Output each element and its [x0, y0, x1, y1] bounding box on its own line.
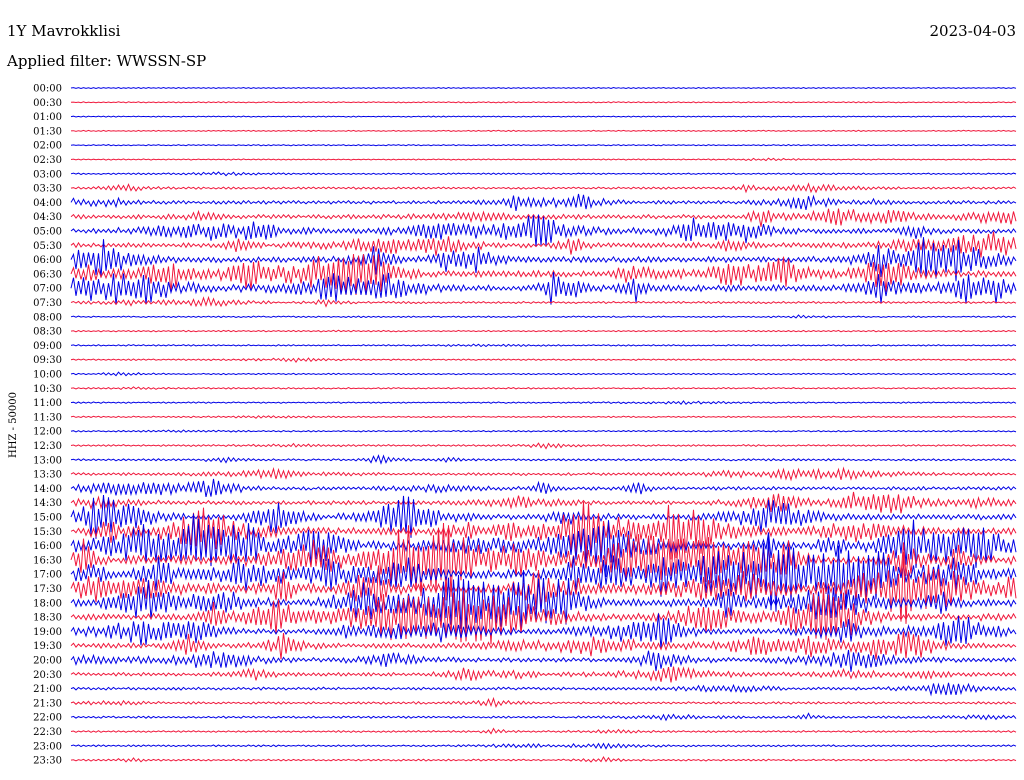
time-label: 03:00: [33, 169, 62, 180]
seismogram-trace: [70, 129, 1017, 133]
seismogram-trace: [70, 742, 1017, 750]
seismogram-trace: [70, 587, 1017, 645]
time-label: 08:30: [33, 327, 62, 338]
time-label: 04:30: [33, 212, 62, 223]
seismogram-trace: [70, 454, 1017, 465]
time-label: 00:00: [33, 84, 62, 95]
seismogram-trace: [70, 314, 1017, 319]
seismogram-trace: [70, 343, 1017, 348]
time-label: 21:30: [33, 698, 62, 709]
seismogram-trace: [70, 171, 1017, 177]
time-label: 06:30: [33, 269, 62, 280]
seismogram-trace: [70, 371, 1017, 377]
y-axis-label: HHZ - 50000: [8, 392, 19, 458]
seismogram-trace: [70, 755, 1017, 763]
time-label: 16:00: [33, 541, 62, 552]
trace-group: [70, 86, 1017, 763]
time-label: 17:30: [33, 584, 62, 595]
time-label: 22:30: [33, 727, 62, 738]
seismogram-trace: [70, 182, 1017, 194]
seismogram-trace: [70, 295, 1017, 308]
time-label: 09:00: [33, 341, 62, 352]
time-label: 18:30: [33, 613, 62, 624]
time-label: 23:00: [33, 741, 62, 752]
seismogram-trace: [70, 386, 1017, 391]
time-label: 07:00: [33, 284, 62, 295]
time-label: 03:30: [33, 184, 62, 195]
time-label: 06:00: [33, 255, 62, 266]
seismogram-trace: [70, 466, 1017, 482]
time-label: 02:30: [33, 155, 62, 166]
seismogram-trace: [70, 157, 1017, 162]
time-label: 20:30: [33, 670, 62, 681]
time-label: 18:00: [33, 598, 62, 609]
time-label: 12:00: [33, 427, 62, 438]
seismogram-trace: [70, 727, 1017, 735]
seismogram-trace: [70, 491, 1017, 514]
time-label: 19:00: [33, 627, 62, 638]
seismogram-trace: [70, 570, 1017, 632]
time-label: 01:30: [33, 126, 62, 137]
seismogram-trace: [70, 712, 1017, 722]
time-label: 14:30: [33, 498, 62, 509]
seismogram-trace: [70, 329, 1017, 333]
time-label: 12:30: [33, 441, 62, 452]
time-label: 13:30: [33, 470, 62, 481]
seismogram-trace: [70, 357, 1017, 363]
seismogram-trace: [70, 442, 1017, 450]
time-label: 00:30: [33, 98, 62, 109]
seismogram-trace: [70, 666, 1017, 683]
time-label: 17:00: [33, 570, 62, 581]
time-label: 19:30: [33, 641, 62, 652]
time-label: 09:30: [33, 355, 62, 366]
time-label: 08:00: [33, 312, 62, 323]
time-label: 10:30: [33, 384, 62, 395]
helicorder-chart: 1Y Mavrokklisi 2023-04-03 Applied filter…: [6, 22, 1017, 767]
seismogram-trace: [70, 415, 1017, 419]
seismogram-trace: [70, 429, 1017, 433]
station-title: 1Y Mavrokklisi: [7, 22, 121, 40]
time-label: 11:30: [33, 412, 62, 423]
seismogram-trace: [70, 214, 1017, 247]
date-label: 2023-04-03: [930, 22, 1016, 40]
time-label: 22:00: [33, 713, 62, 724]
time-label: 07:30: [33, 298, 62, 309]
seismogram-trace: [70, 478, 1017, 498]
time-label: 01:00: [33, 112, 62, 123]
time-label: 15:30: [33, 527, 62, 538]
time-label: 21:00: [33, 684, 62, 695]
time-label: 05:00: [33, 227, 62, 238]
time-label: 11:00: [33, 398, 62, 409]
seismogram-trace: [70, 649, 1017, 672]
seismogram-trace: [70, 400, 1017, 406]
time-label: 16:30: [33, 555, 62, 566]
time-label: 02:00: [33, 141, 62, 152]
time-label: 23:30: [33, 756, 62, 767]
time-label: 14:00: [33, 484, 62, 495]
seismogram-trace: [70, 115, 1017, 118]
time-label: 04:00: [33, 198, 62, 209]
seismogram-trace: [70, 682, 1017, 697]
seismogram-trace: [70, 101, 1017, 104]
seismogram-trace: [70, 144, 1017, 147]
seismogram-trace: [70, 86, 1017, 90]
seismogram-trace: [70, 696, 1017, 709]
time-label: 20:00: [33, 656, 62, 667]
seismogram-trace: [70, 193, 1017, 211]
time-label: 13:00: [33, 455, 62, 466]
time-label: 05:30: [33, 241, 62, 252]
time-label: 10:00: [33, 370, 62, 381]
time-label: 15:00: [33, 513, 62, 524]
time-label-group: 00:00 00:30 01:00 01:30 02:00 02:30 03:00 03:30…: [33, 84, 62, 767]
filter-label: Applied filter: WWSSN-SP: [6, 52, 206, 70]
seismogram-trace: [70, 231, 1017, 258]
